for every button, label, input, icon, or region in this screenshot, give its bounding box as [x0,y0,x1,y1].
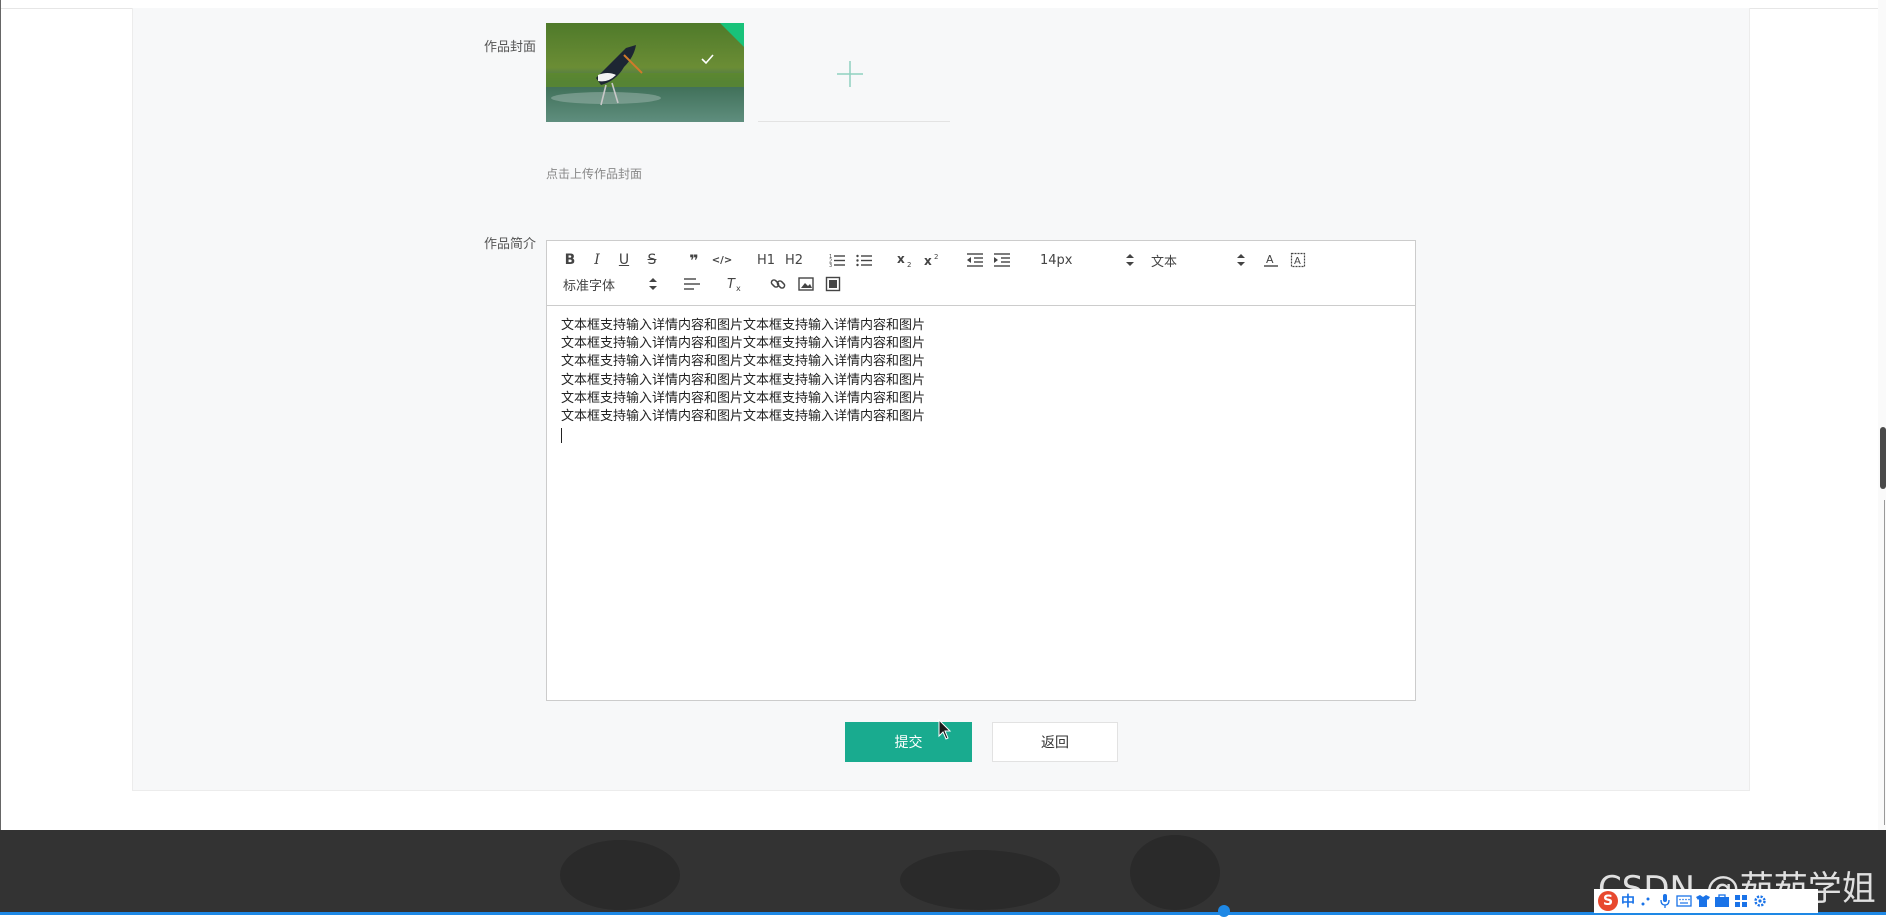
editor-line: 文本框支持输入详情内容和图片文本框支持输入详情内容和图片 [561,318,926,333]
back-button[interactable]: 返回 [992,722,1118,762]
link-button[interactable] [767,275,789,293]
settings-icon[interactable] [1752,893,1768,909]
clean-format-button[interactable]: T x [724,275,746,293]
submit-button[interactable]: 提交 [845,722,972,762]
code-block-button[interactable]: </> [711,251,733,269]
scroll-indicator-line [1884,500,1885,825]
indent-increase-button[interactable] [991,251,1013,269]
footer-decoration [560,840,680,910]
svg-text:x: x [897,252,905,266]
underline-button[interactable]: U [613,251,635,269]
upload-hint: 点击上传作品封面 [546,167,643,181]
editor-caret-line [561,426,1401,449]
superscript-button[interactable]: x 2 [922,251,944,269]
font-size-value: 14px [1040,252,1073,268]
outdent-icon [967,253,983,267]
strike-icon: S [647,252,657,268]
ime-mode[interactable]: 中 [1621,891,1635,911]
editor-line: 文本框支持输入详情内容和图片文本框支持输入详情内容和图片 [561,372,926,388]
window-left-edge [0,0,1,915]
punctuation-icon[interactable] [1638,893,1654,909]
ordered-list-icon: 1 2 3 [829,254,845,267]
header-value: 文本 [1151,254,1178,270]
editor-line: 文本框支持输入详情内容和图片文本框支持输入详情内容和图片 [561,336,926,352]
editor-line: 文本框支持输入详情内容和图片文本框支持输入详情内容和图片 [561,390,926,406]
video-button[interactable] [822,275,844,293]
skin-icon[interactable] [1695,893,1711,909]
editor-line: 文本框支持输入详情内容和图片文本框支持输入详情内容和图片 [561,354,926,370]
keyboard-icon[interactable] [1676,893,1692,909]
subscript-icon: x 2 [897,252,911,268]
apps-grid-icon[interactable] [1733,893,1749,909]
svg-text:A: A [1294,256,1301,267]
cover-image[interactable] [546,23,744,122]
font-color-icon: A [1264,253,1278,267]
footer-decoration [900,850,1060,910]
strike-button[interactable]: S [641,251,663,269]
ordered-list-button[interactable]: 1 2 3 [826,251,848,269]
bullet-list-icon [856,254,872,267]
footer-decoration [1130,835,1220,910]
indent-icon [994,253,1010,267]
italic-button[interactable]: I [586,251,608,269]
svg-text:T: T [727,277,736,292]
header-1-button[interactable]: H1 [755,251,777,269]
text-caret [561,428,562,444]
mouse-cursor-icon [938,719,952,740]
quote-icon: ❞ [689,250,699,270]
code-icon: </> [711,254,733,266]
image-button[interactable] [795,275,817,293]
bullet-list-button[interactable] [853,251,875,269]
plus-icon[interactable] [836,60,864,88]
font-size-select[interactable]: 14px [1040,251,1134,269]
ime-toolbar[interactable]: S 中 [1594,889,1818,913]
background-color-button[interactable]: A [1287,251,1309,269]
superscript-icon: x 2 [924,253,938,268]
svg-text:x: x [736,284,741,292]
ime-logo[interactable]: S [1598,891,1618,911]
intro-label: 作品简介 [483,237,536,252]
svg-text:2: 2 [934,253,938,261]
cover-photo [546,23,744,122]
bold-button[interactable]: B [559,251,581,269]
underline-icon: U [618,252,630,268]
svg-text:2: 2 [907,261,911,268]
header-2-button[interactable]: H2 [783,251,805,269]
italic-icon: I [594,252,600,268]
svg-text:x: x [924,254,932,268]
select-arrows-icon [1126,254,1134,266]
select-arrows-icon [1237,254,1245,266]
font-family-select[interactable]: 标准字体 [563,275,657,294]
video-icon [825,276,841,292]
select-arrows-icon [649,278,657,290]
image-icon [798,277,814,291]
cover-label: 作品封面 [483,40,536,55]
editor-content[interactable]: 文本框支持输入详情内容和图片文本框支持输入详情内容和图片 文本框支持输入详情内容… [547,306,1415,700]
align-left-icon [684,278,700,290]
editor-toolbar: B I U S ❞ </> H1 H2 1 2 3 x 2 x 2 14px 文… [547,241,1415,306]
text-color-button[interactable]: A [1260,251,1282,269]
taskbar-indicator [1218,905,1230,917]
indent-decrease-button[interactable] [964,251,986,269]
clear-format-icon: T x [727,277,741,292]
link-icon [770,279,786,289]
microphone-icon[interactable] [1657,893,1673,909]
h1-icon: H1 [756,252,776,268]
subscript-button[interactable]: x 2 [895,251,917,269]
blockquote-button[interactable]: ❞ [683,250,705,270]
scrollbar-thumb[interactable] [1880,427,1886,489]
bold-icon: B [564,252,576,268]
font-family-value: 标准字体 [563,278,616,294]
toolbox-icon[interactable] [1714,893,1730,909]
align-button[interactable] [681,275,703,293]
svg-text:3: 3 [829,263,832,267]
svg-text:A: A [1266,253,1274,266]
editor-line: 文本框支持输入详情内容和图片文本框支持输入详情内容和图片 [561,409,926,425]
background-color-icon: A [1290,252,1306,268]
header-select[interactable]: 文本 [1151,251,1245,270]
rich-text-editor: B I U S ❞ </> H1 H2 1 2 3 x 2 x 2 14px 文… [546,240,1416,701]
h2-icon: H2 [784,252,804,268]
